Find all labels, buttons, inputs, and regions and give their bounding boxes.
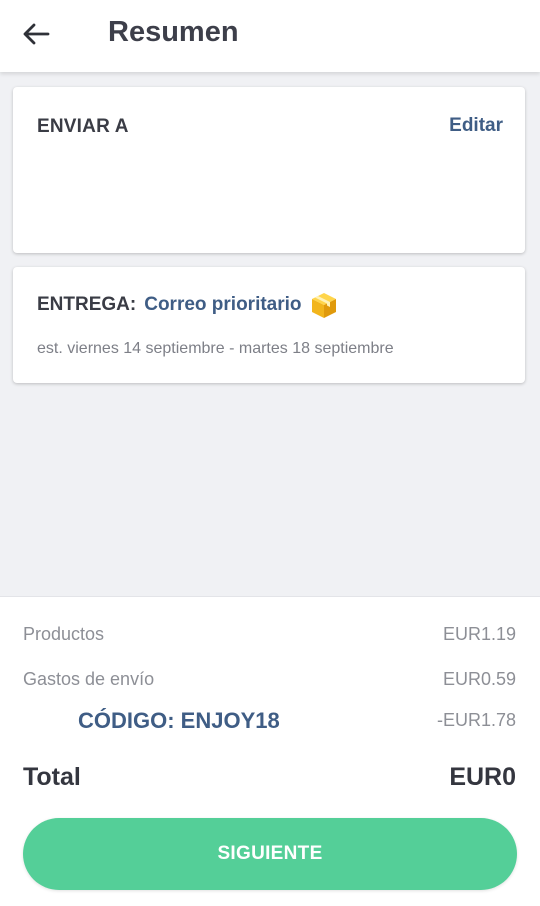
delivery-label: ENTREGA: xyxy=(37,294,137,315)
package-icon xyxy=(311,293,336,318)
products-label: Productos xyxy=(23,624,105,644)
shipping-value: EUR0.59 xyxy=(442,669,516,689)
delivery-method-link[interactable]: Correo prioritario xyxy=(144,294,301,316)
ship-to-card: ENVIAR A Editar xyxy=(13,87,525,253)
ship-to-label: ENVIAR A xyxy=(37,116,129,137)
delivery-estimate: est. viernes 14 septiembre - martes 18 s… xyxy=(37,340,394,357)
total-label: Total xyxy=(23,763,81,791)
promo-code-value: -EUR1.78 xyxy=(436,710,516,730)
order-summary: Productos EUR1.19 Gastos de envío EUR0.5… xyxy=(0,596,540,906)
products-value: EUR1.19 xyxy=(442,624,516,644)
next-button[interactable]: SIGUIENTE xyxy=(23,818,517,890)
promo-code-label[interactable]: CÓDIGO: ENJOY18 xyxy=(78,708,280,734)
delivery-card: ENTREGA: Correo prioritario est. viernes… xyxy=(13,267,525,383)
products-row: Productos EUR1.19 xyxy=(23,624,516,648)
shipping-label: Gastos de envío xyxy=(23,669,155,689)
page-title: Resumen xyxy=(108,16,239,48)
shipping-row: Gastos de envío EUR0.59 xyxy=(23,669,516,693)
total-row: Total EUR0 xyxy=(23,763,516,795)
top-app-bar: Resumen xyxy=(0,0,540,72)
delivery-row: ENTREGA: Correo prioritario xyxy=(37,291,338,319)
total-value: EUR0 xyxy=(449,763,516,791)
edit-address-link[interactable]: Editar xyxy=(449,115,503,137)
promo-code-row: CÓDIGO: ENJOY18 -EUR1.78 xyxy=(23,708,516,734)
arrow-left-icon xyxy=(23,23,50,45)
back-button[interactable] xyxy=(14,12,58,56)
